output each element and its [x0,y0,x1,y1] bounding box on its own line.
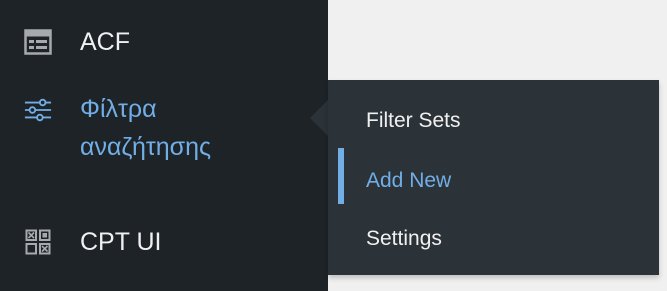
submenu-item-settings[interactable]: Settings [328,218,659,262]
submenu-pointer [310,100,328,136]
admin-screen: ACF Φίλτρα αναζήτησης CPT UI Filter Sets… [0,0,667,291]
submenu-item-label: Filter Sets [366,109,461,132]
submenu-item-label: Add New [366,169,452,192]
submenu-item-filter-sets[interactable]: Filter Sets [328,100,659,144]
menu-item-cpt-ui[interactable]: CPT UI [0,218,328,262]
submenu-item-add-new[interactable]: Add New [328,160,659,204]
table-grid-icon [24,28,52,56]
menu-item-label: ACF [80,28,130,56]
admin-sidebar-menu: ACF Φίλτρα αναζήτησης CPT UI [0,0,328,291]
submenu-item-label: Settings [366,227,442,250]
menu-item-acf[interactable]: ACF [0,22,328,66]
menu-item-label: CPT UI [80,228,162,256]
sliders-icon [24,96,52,124]
menu-item-search-filters[interactable]: Φίλτρα αναζήτησης [0,90,328,180]
flyout-submenu: Filter Sets Add New Settings [328,80,659,275]
menu-item-label: Φίλτρα αναζήτησης [80,95,212,161]
blocks-grid-icon [24,228,52,256]
